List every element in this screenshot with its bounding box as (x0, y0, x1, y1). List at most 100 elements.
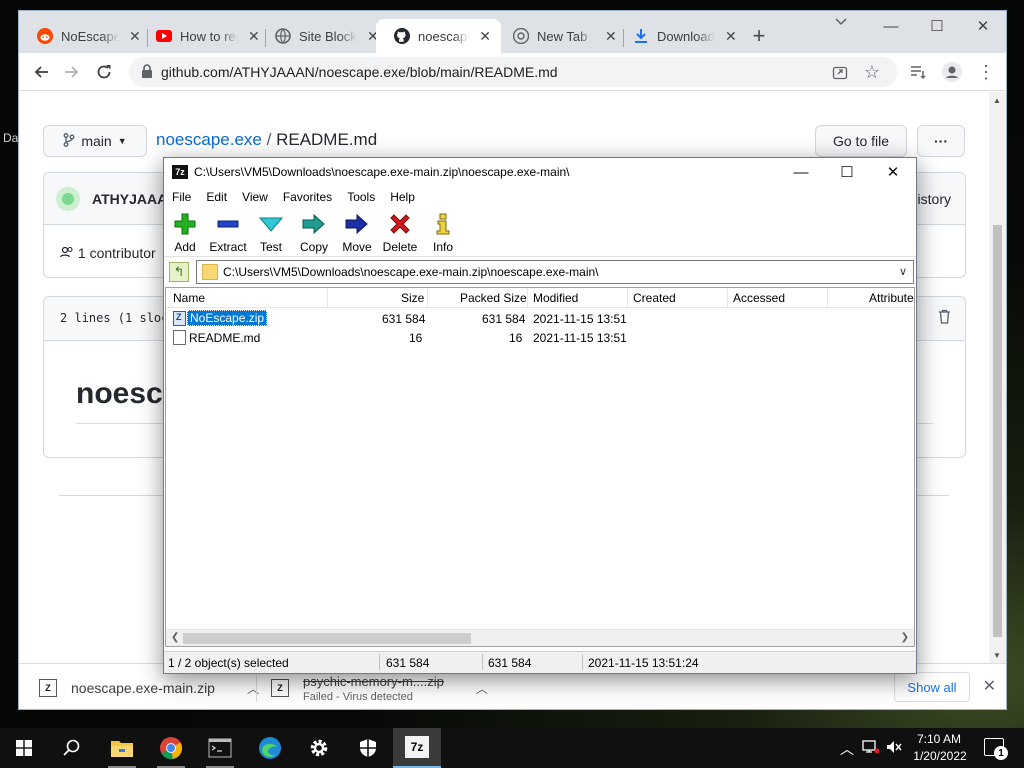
settings-gear-icon[interactable] (295, 728, 343, 768)
tab-noescape-github[interactable]: noescape ✕ (376, 19, 501, 53)
show-all-button[interactable]: Show all (894, 672, 970, 702)
download-item-failed[interactable]: Z psychic-memory-m....zip Failed - Virus… (271, 670, 488, 706)
edge-icon[interactable] (246, 728, 294, 768)
copy-button[interactable]: Copy (291, 212, 337, 254)
test-button[interactable]: Test (248, 212, 294, 254)
list-item[interactable]: NoEscape.zip 631 584 631 584 2021-11-15 … (166, 310, 914, 329)
history-link[interactable]: istory (918, 191, 951, 207)
path-input[interactable]: C:\Users\VM5\Downloads\noescape.exe-main… (196, 260, 914, 284)
column-attributes[interactable]: Attributes (869, 291, 914, 305)
extract-button[interactable]: Extract (205, 212, 251, 254)
chevron-up-icon[interactable]: ︿ (476, 680, 488, 697)
move-button[interactable]: Move (334, 212, 380, 254)
title-bar[interactable]: 7z C:\Users\VM5\Downloads\noescape.exe-m… (164, 158, 916, 186)
network-icon[interactable] (862, 740, 880, 757)
trash-icon[interactable] (938, 309, 951, 327)
bookmark-star-icon[interactable]: ☆ (861, 61, 883, 83)
tab-youtube[interactable]: How to remove ✕ (138, 19, 270, 53)
menu-favorites[interactable]: Favorites (283, 190, 332, 204)
menu-file[interactable]: File (172, 190, 191, 204)
menu-kebab-icon[interactable]: ⋮ (975, 61, 997, 83)
chrome-taskbar-icon[interactable] (147, 728, 195, 768)
go-to-file-button[interactable]: Go to file (815, 125, 907, 157)
chevron-up-icon[interactable]: ︿ (247, 680, 259, 697)
scrollbar-thumb[interactable] (183, 633, 471, 644)
repo-link[interactable]: noescape.exe (156, 130, 262, 149)
branch-select-button[interactable]: main ▼ (43, 125, 147, 157)
clock-date[interactable]: 1/20/2022 (910, 749, 970, 763)
column-divider[interactable] (727, 288, 728, 308)
info-button[interactable]: Info (420, 212, 466, 254)
folder-up-icon[interactable]: ↰ (169, 262, 189, 282)
close-window-icon[interactable]: ✕ (960, 11, 1006, 41)
minimize-icon[interactable]: — (778, 158, 824, 186)
scroll-down-icon[interactable]: ▼ (993, 651, 1001, 660)
column-accessed[interactable]: Accessed (733, 291, 785, 305)
page-scrollbar[interactable]: ▲ ▼ (989, 92, 1006, 664)
new-tab-button[interactable]: + (747, 25, 771, 47)
security-shield-icon[interactable] (344, 728, 392, 768)
reading-list-icon[interactable] (907, 61, 929, 83)
column-size[interactable]: Size (401, 291, 424, 305)
maximize-icon[interactable]: ☐ (824, 158, 870, 186)
reload-icon[interactable] (93, 61, 115, 83)
clock-time[interactable]: 7:10 AM (915, 732, 963, 746)
minimize-icon[interactable]: — (868, 11, 914, 41)
column-name[interactable]: Name (173, 291, 205, 305)
contributors-link[interactable]: 1 contributor (60, 245, 156, 261)
7zip-app-icon[interactable]: 7z (172, 165, 188, 179)
url-text[interactable]: github.com/ATHYJAAAN/noescape.exe/blob/m… (161, 64, 558, 80)
chevron-up-icon[interactable]: ︿ (840, 739, 854, 759)
search-icon[interactable] (48, 728, 96, 768)
terminal-icon[interactable] (196, 728, 244, 768)
file-name[interactable]: README.md (189, 331, 260, 345)
profile-avatar[interactable] (941, 61, 963, 83)
close-icon[interactable]: ✕ (725, 28, 737, 45)
menu-view[interactable]: View (242, 190, 268, 204)
close-icon[interactable]: ✕ (479, 28, 491, 45)
close-icon[interactable]: ✕ (983, 676, 996, 696)
tab-downloads[interactable]: Downloads ✕ (615, 19, 747, 53)
more-options-button[interactable]: ··· (917, 125, 965, 157)
scroll-up-icon[interactable]: ▲ (993, 96, 1001, 105)
tab-new-tab[interactable]: New Tab ✕ (495, 19, 627, 53)
add-button[interactable]: Add (162, 212, 208, 254)
column-modified[interactable]: Modified (533, 291, 578, 305)
close-window-icon[interactable]: ✕ (870, 158, 916, 186)
back-icon[interactable] (30, 61, 52, 83)
tab-site-blocker[interactable]: Site Blocker ✕ (257, 19, 389, 53)
share-icon[interactable] (829, 61, 851, 83)
forward-icon[interactable] (61, 61, 83, 83)
column-divider[interactable] (627, 288, 628, 308)
menu-help[interactable]: Help (390, 190, 415, 204)
download-item-main[interactable]: Z noescape.exe-main.zip ︿ (39, 670, 259, 706)
column-divider[interactable] (327, 288, 328, 308)
column-divider[interactable] (527, 288, 528, 308)
menu-tools[interactable]: Tools (347, 190, 375, 204)
list-item[interactable]: README.md 16 16 2021-11-15 13:51 (166, 329, 914, 348)
7zip-taskbar-icon[interactable]: 7z (393, 728, 441, 768)
horizontal-scrollbar[interactable]: ❮ ❯ (166, 629, 914, 646)
windows-start-icon[interactable] (0, 728, 48, 768)
path-text[interactable]: C:\Users\VM5\Downloads\noescape.exe-main… (223, 265, 599, 279)
volume-muted-icon[interactable] (886, 740, 902, 757)
file-explorer-icon[interactable] (98, 728, 146, 768)
menu-edit[interactable]: Edit (206, 190, 227, 204)
column-divider[interactable] (427, 288, 428, 308)
address-bar[interactable]: github.com/ATHYJAAAN/noescape.exe/blob/m… (129, 57, 897, 87)
avatar[interactable] (56, 187, 80, 211)
file-name[interactable]: NoEscape.zip (187, 310, 268, 326)
desktop-icon-label[interactable]: Da (3, 131, 18, 145)
column-packed-size[interactable]: Packed Size (460, 291, 527, 305)
scrollbar-thumb[interactable] (993, 225, 1002, 637)
column-divider[interactable] (827, 288, 828, 308)
maximize-icon[interactable]: ☐ (914, 11, 960, 41)
scroll-left-icon[interactable]: ❮ (171, 632, 179, 643)
column-created[interactable]: Created (633, 291, 676, 305)
lock-icon[interactable] (141, 64, 153, 81)
scroll-right-icon[interactable]: ❯ (901, 632, 909, 643)
delete-button[interactable]: Delete (377, 212, 423, 254)
tab-noescape-reddit[interactable]: NoEscape ✕ (19, 19, 151, 53)
tab-search-icon[interactable] (835, 15, 847, 29)
chevron-down-icon[interactable]: ∨ (899, 265, 907, 278)
